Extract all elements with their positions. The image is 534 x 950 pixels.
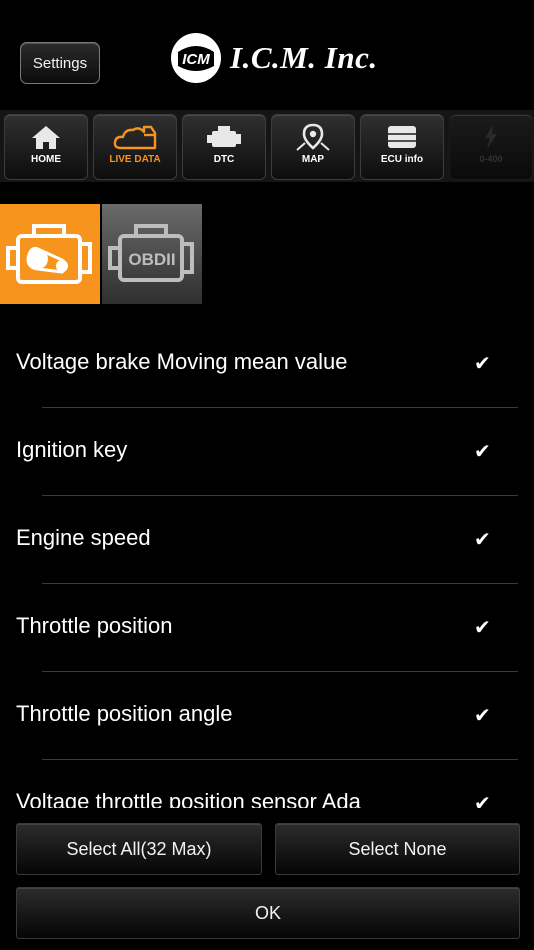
list-item[interactable]: Ignition key ✔ <box>0 408 534 496</box>
list-item-label: Voltage brake Moving mean value <box>16 349 348 374</box>
list-item[interactable]: Voltage throttle position sensor Ada ✔ <box>0 760 534 808</box>
list-item[interactable]: Throttle position ✔ <box>0 584 534 672</box>
home-icon <box>32 126 60 149</box>
obdii-data-tab[interactable]: OBDII <box>102 204 202 304</box>
nav-0-400-label: 0-400 <box>479 154 503 164</box>
nav-live-data[interactable]: LIVE DATA <box>93 114 177 180</box>
nav-map[interactable]: MAP <box>271 114 355 180</box>
ok-button[interactable]: OK <box>16 887 520 939</box>
nav-dtc-label: DTC <box>213 154 235 165</box>
checkmark-icon: ✔ <box>474 353 491 375</box>
obdii-icon: OBDII <box>108 224 194 282</box>
nav-0-400[interactable]: 0-400 <box>449 114 533 180</box>
ecu-icon <box>388 126 416 148</box>
nav-live-data-label: LIVE DATA <box>109 154 161 165</box>
obdii-label: OBDII <box>128 250 175 269</box>
select-none-button[interactable]: Select None <box>275 823 520 875</box>
checkmark-icon: ✔ <box>474 441 491 463</box>
cloud-live-data-icon <box>113 125 157 150</box>
list-item-label: Throttle position <box>16 613 173 638</box>
nav-dtc[interactable]: DTC <box>182 114 266 180</box>
settings-button[interactable]: Settings <box>20 42 100 84</box>
list-item[interactable]: Engine speed ✔ <box>0 496 534 584</box>
checkmark-icon: ✔ <box>474 793 491 808</box>
brand-mark: ICM <box>182 51 210 68</box>
nav-home-label: HOME <box>31 154 61 165</box>
nav-ecu-info-label: ECU info <box>380 154 424 165</box>
select-all-button[interactable]: Select All(32 Max) <box>16 823 262 875</box>
checkmark-icon: ✔ <box>474 617 491 639</box>
list-item-label: Throttle position angle <box>16 701 233 726</box>
app-header: Settings ICM I.C.M. Inc. <box>0 0 534 108</box>
parameter-list: Voltage brake Moving mean value ✔ Igniti… <box>0 320 534 808</box>
list-item-label: Engine speed <box>16 525 151 550</box>
checkmark-icon: ✔ <box>474 705 491 727</box>
nav-map-label: MAP <box>301 154 325 165</box>
nav-ecu-info[interactable]: ECU info <box>360 114 444 180</box>
checkmark-icon: ✔ <box>474 529 491 551</box>
icm-logo-icon: ICM <box>171 33 221 83</box>
list-item[interactable]: Voltage brake Moving mean value ✔ <box>0 320 534 408</box>
engine-data-tab[interactable] <box>0 204 100 304</box>
brand-logo: ICM I.C.M. Inc. <box>170 32 378 84</box>
lightning-icon <box>485 125 497 149</box>
nav-home[interactable]: HOME <box>4 114 88 180</box>
list-item[interactable]: Throttle position angle ✔ <box>0 672 534 760</box>
brand-name: I.C.M. Inc. <box>230 40 378 75</box>
list-item-label: Voltage throttle position sensor Ada <box>16 789 361 808</box>
engine-icon <box>207 126 241 147</box>
list-item-label: Ignition key <box>16 437 128 462</box>
nav-bar: HOME LIVE DATA DTC MAP ECU info 0-400 <box>0 110 534 182</box>
engine-belt-icon <box>6 224 92 284</box>
map-pin-icon <box>296 123 330 151</box>
